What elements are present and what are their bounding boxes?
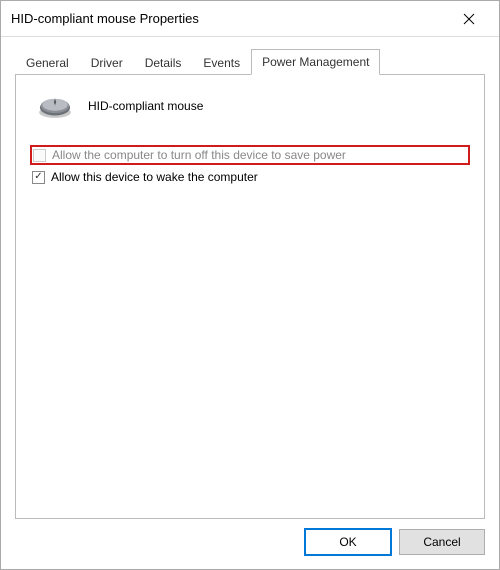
dialog-footer: OK Cancel — [1, 519, 499, 569]
close-button[interactable] — [449, 4, 489, 34]
option-allow-wake-label: Allow this device to wake the computer — [51, 170, 258, 184]
tab-general[interactable]: General — [15, 50, 80, 75]
ok-button[interactable]: OK — [305, 529, 391, 555]
close-icon — [463, 13, 475, 25]
device-name: HID-compliant mouse — [88, 99, 203, 113]
mouse-icon — [36, 93, 74, 119]
option-allow-turn-off: Allow the computer to turn off this devi… — [30, 145, 470, 165]
option-allow-turn-off-label: Allow the computer to turn off this devi… — [52, 148, 346, 162]
tab-events[interactable]: Events — [192, 50, 251, 75]
checkbox-allow-turn-off[interactable] — [33, 149, 46, 162]
option-allow-wake: Allow this device to wake the computer — [30, 168, 470, 186]
titlebar: HID-compliant mouse Properties — [1, 1, 499, 37]
tabs: General Driver Details Events Power Mana… — [15, 47, 485, 75]
content-area: General Driver Details Events Power Mana… — [1, 37, 499, 519]
tab-details[interactable]: Details — [134, 50, 193, 75]
tab-panel-power-management: HID-compliant mouse Allow the computer t… — [15, 75, 485, 519]
tab-driver[interactable]: Driver — [80, 50, 134, 75]
properties-dialog: HID-compliant mouse Properties General D… — [0, 0, 500, 570]
cancel-button[interactable]: Cancel — [399, 529, 485, 555]
device-header: HID-compliant mouse — [36, 93, 470, 119]
tab-power-management[interactable]: Power Management — [251, 49, 380, 75]
checkbox-allow-wake[interactable] — [32, 171, 45, 184]
window-title: HID-compliant mouse Properties — [11, 11, 449, 26]
